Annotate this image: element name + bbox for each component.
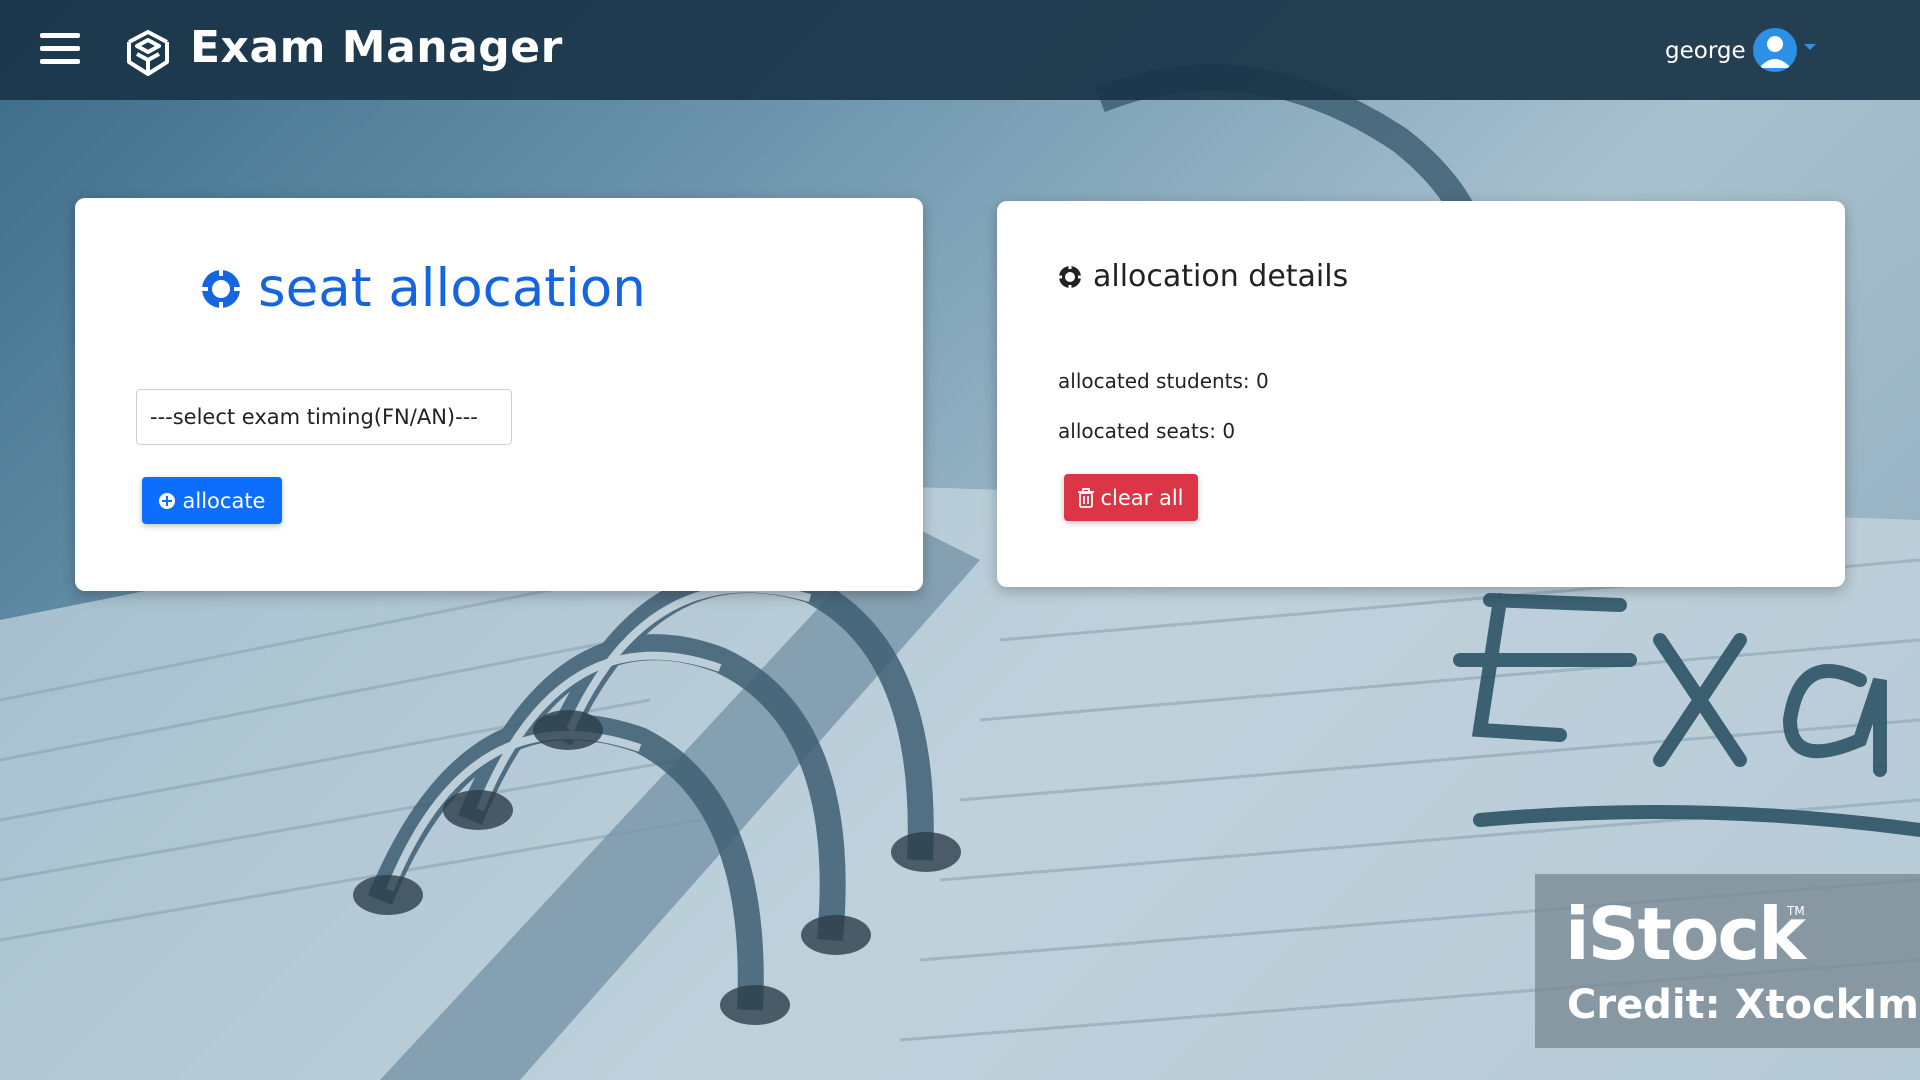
- allocate-button-label: allocate: [182, 488, 266, 513]
- allocation-details-heading: allocation details: [1057, 259, 1348, 294]
- clear-all-button-label: clear all: [1100, 485, 1184, 510]
- app-logo-icon: [127, 30, 169, 76]
- watermark-trademark: TM: [1787, 904, 1805, 918]
- app-title: Exam Manager: [190, 22, 563, 73]
- user-avatar-icon[interactable]: [1753, 28, 1797, 72]
- watermark-brand: iStock: [1565, 892, 1806, 976]
- allocated-seats-text: allocated seats: 0: [1058, 419, 1236, 443]
- allocation-details-title: allocation details: [1093, 259, 1349, 294]
- exam-timing-select-value: ---select exam timing(FN/AN)---: [150, 405, 478, 429]
- trash-icon: [1078, 487, 1095, 508]
- seat-allocation-heading: seat allocation: [200, 258, 646, 319]
- user-name[interactable]: george: [1665, 38, 1746, 64]
- gear-icon: [1057, 263, 1083, 290]
- allocate-button[interactable]: allocate: [142, 477, 282, 524]
- allocation-details-card: allocation details allocated students: 0…: [997, 201, 1845, 587]
- istock-watermark: iStock TM Credit: XtockIma: [1535, 874, 1920, 1048]
- exam-timing-select[interactable]: ---select exam timing(FN/AN)---: [136, 389, 512, 445]
- allocated-students-text: allocated students: 0: [1058, 369, 1269, 393]
- top-navbar: Exam Manager george: [0, 0, 1920, 100]
- hamburger-menu-icon[interactable]: [40, 33, 80, 69]
- clear-all-button[interactable]: clear all: [1064, 474, 1198, 521]
- seat-allocation-title: seat allocation: [258, 258, 646, 319]
- user-dropdown-caret-icon[interactable]: [1804, 44, 1816, 50]
- watermark-credit: Credit: XtockIma: [1567, 982, 1920, 1028]
- seat-allocation-card: seat allocation ---select exam timing(FN…: [75, 198, 923, 591]
- plus-circle-icon: [158, 492, 175, 509]
- plus-circle-icon: [200, 267, 242, 310]
